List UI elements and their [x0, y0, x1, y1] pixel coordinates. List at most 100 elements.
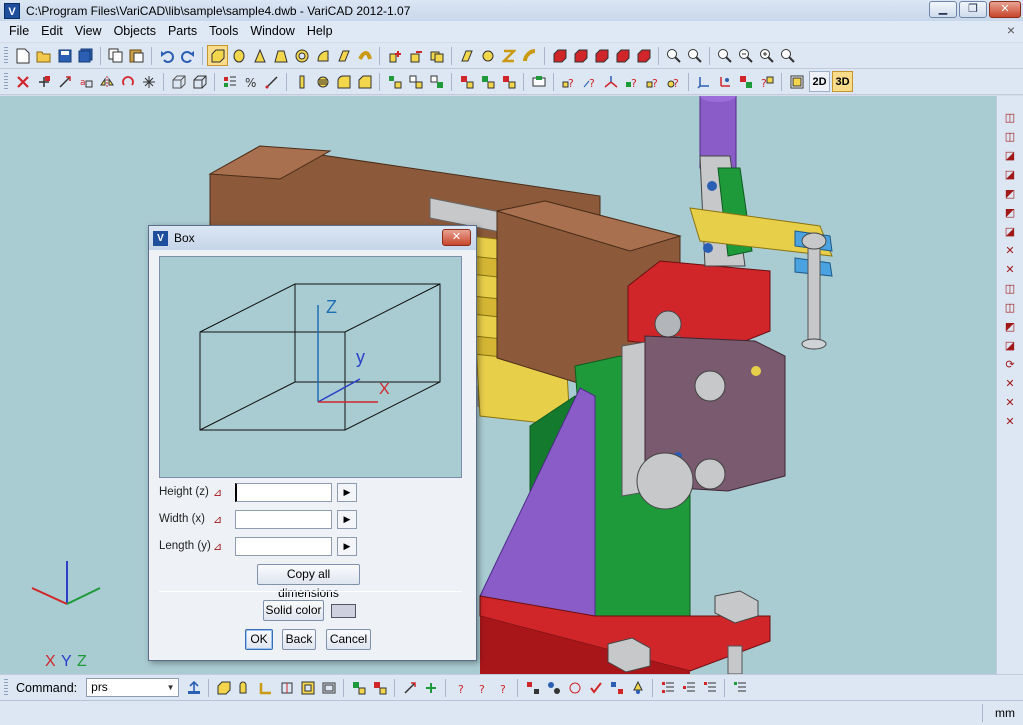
percent-icon[interactable]: % [240, 71, 261, 92]
cmd-add-icon[interactable] [420, 677, 441, 698]
cmd-query-2-icon[interactable]: ? [471, 677, 492, 698]
zoom-all-icon[interactable] [684, 45, 705, 66]
close-button[interactable]: ✕ [989, 1, 1021, 18]
toolbar-grip[interactable] [4, 678, 8, 697]
redo-icon[interactable] [177, 45, 198, 66]
cmd-shell-icon[interactable] [297, 677, 318, 698]
document-close-icon[interactable]: × [1007, 22, 1015, 38]
menu-view[interactable]: View [69, 21, 108, 42]
right-tool-3-icon[interactable]: ◪ [1000, 146, 1020, 165]
solid-red-5-icon[interactable] [633, 45, 654, 66]
height-input[interactable] [235, 482, 332, 502]
length-arrow-button[interactable]: ▶ [337, 536, 357, 556]
query-2-icon[interactable]: ? [579, 71, 600, 92]
new-file-icon[interactable] [12, 45, 33, 66]
command-execute-icon[interactable] [183, 677, 204, 698]
menu-file[interactable]: File [3, 21, 35, 42]
assembly-3-icon[interactable] [426, 71, 447, 92]
solid-edit-icon[interactable] [456, 45, 477, 66]
width-arrow-button[interactable]: ▶ [337, 509, 357, 529]
layer-icon[interactable] [528, 71, 549, 92]
right-tool-13-icon[interactable]: ◪ [1000, 336, 1020, 355]
menu-objects[interactable]: Objects [108, 21, 162, 42]
zoom-window-icon[interactable] [663, 45, 684, 66]
cmd-list-2-icon[interactable] [678, 677, 699, 698]
bolt-icon[interactable] [291, 71, 312, 92]
menu-help[interactable]: Help [301, 21, 339, 42]
width-input[interactable] [235, 509, 332, 529]
cylinder-solid-icon[interactable] [228, 45, 249, 66]
query-1-icon[interactable]: ? [558, 71, 579, 92]
right-tool-16-icon[interactable]: ✕ [1000, 393, 1020, 412]
cmd-paint-icon[interactable] [627, 677, 648, 698]
open-folder-icon[interactable] [33, 45, 54, 66]
length-pick-icon[interactable]: ⊿ [213, 540, 231, 553]
right-tool-1-icon[interactable]: ◫ [1000, 108, 1020, 127]
thread-icon[interactable] [312, 71, 333, 92]
cmd-box-icon[interactable] [213, 677, 234, 698]
right-tool-2-icon[interactable]: ◫ [1000, 127, 1020, 146]
solid-red-1-icon[interactable] [549, 45, 570, 66]
height-arrow-button[interactable]: ▶ [337, 482, 357, 502]
group-2-icon[interactable] [477, 71, 498, 92]
zoom-out-icon[interactable] [735, 45, 756, 66]
coord-3-icon[interactable] [735, 71, 756, 92]
solid-red-4-icon[interactable] [612, 45, 633, 66]
length-input[interactable] [235, 536, 332, 556]
measure-icon[interactable] [261, 71, 282, 92]
cmd-list-3-icon[interactable] [699, 677, 720, 698]
group-1-icon[interactable] [456, 71, 477, 92]
cmd-angle-icon[interactable] [255, 677, 276, 698]
right-tool-9-icon[interactable]: ✕ [1000, 260, 1020, 279]
save-all-icon[interactable] [75, 45, 96, 66]
back-button[interactable]: Back [282, 629, 316, 650]
axis-icon[interactable] [600, 71, 621, 92]
solid-add-icon[interactable] [384, 45, 405, 66]
menu-tools[interactable]: Tools [203, 21, 244, 42]
menu-parts[interactable]: Parts [162, 21, 203, 42]
save-icon[interactable] [54, 45, 75, 66]
zoom-previous-icon[interactable] [714, 45, 735, 66]
move-icon[interactable] [54, 71, 75, 92]
refresh-icon[interactable]: ⟳ [1000, 355, 1020, 374]
pipe-solid-icon[interactable] [291, 45, 312, 66]
solid-subtract-icon[interactable] [405, 45, 426, 66]
solid-red-3-icon[interactable] [591, 45, 612, 66]
dialog-close-button[interactable]: ✕ [442, 229, 471, 246]
chamfer-icon[interactable] [354, 71, 375, 92]
menu-window[interactable]: Window [244, 21, 300, 42]
cmd-list-1-icon[interactable] [657, 677, 678, 698]
coord-4-icon[interactable]: ? [756, 71, 777, 92]
cmd-frame-icon[interactable] [318, 677, 339, 698]
cmd-tool-1-icon[interactable] [522, 677, 543, 698]
cone-solid-icon[interactable] [249, 45, 270, 66]
explode-icon[interactable] [138, 71, 159, 92]
revolve-solid-icon[interactable] [312, 45, 333, 66]
right-tool-10-icon[interactable]: ◫ [1000, 279, 1020, 298]
delete-icon[interactable] [12, 71, 33, 92]
minimize-button[interactable]: ▁ [929, 1, 957, 18]
group-3-icon[interactable] [498, 71, 519, 92]
command-input[interactable]: prs ▼ [86, 678, 180, 697]
right-tool-15-icon[interactable]: ✕ [1000, 374, 1020, 393]
right-tool-11-icon[interactable]: ◫ [1000, 298, 1020, 317]
right-tool-6-icon[interactable]: ◩ [1000, 203, 1020, 222]
assembly-1-icon[interactable] [384, 71, 405, 92]
cmd-assembly-1-icon[interactable] [348, 677, 369, 698]
undo-icon[interactable] [156, 45, 177, 66]
fillet-icon[interactable] [333, 71, 354, 92]
menu-edit[interactable]: Edit [35, 21, 69, 42]
right-tool-12-icon[interactable]: ◩ [1000, 317, 1020, 336]
cmd-profile-icon[interactable] [234, 677, 255, 698]
wire-box-2-icon[interactable] [189, 71, 210, 92]
query-5-icon[interactable]: ? [663, 71, 684, 92]
query-3-icon[interactable]: ? [621, 71, 642, 92]
cmd-tool-4-icon[interactable] [606, 677, 627, 698]
layout-icon[interactable] [786, 71, 807, 92]
maximize-button[interactable]: ❐ [959, 1, 987, 18]
solid-edit-4-icon[interactable] [519, 45, 540, 66]
solid-color-button[interactable]: Solid color [263, 600, 324, 621]
toolbar-grip[interactable] [4, 46, 8, 65]
right-tool-17-icon[interactable]: ✕ [1000, 412, 1020, 431]
chevron-down-icon[interactable]: ▼ [164, 680, 177, 695]
